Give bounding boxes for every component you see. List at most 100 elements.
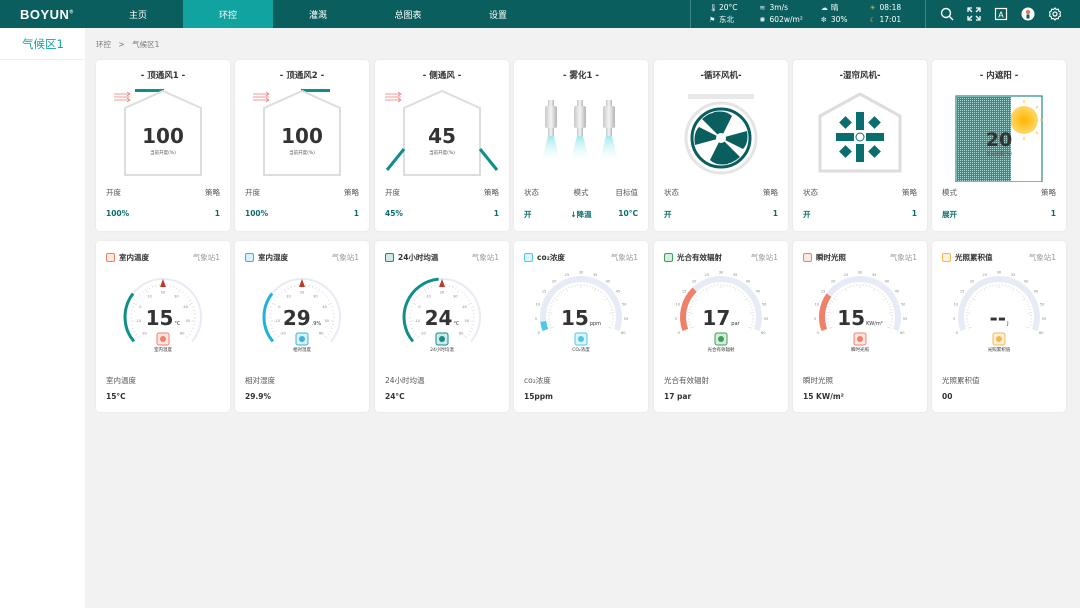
gauge-tick	[469, 330, 472, 333]
gauge-tick-label: 15	[960, 290, 965, 294]
card-footer: 开度 策略 45% 1	[385, 188, 499, 218]
gauge-tick	[134, 299, 137, 301]
gauge-tick	[275, 296, 278, 299]
humidity-icon: ✼	[820, 16, 827, 24]
gauge-tick-label: 0	[956, 331, 959, 335]
main-nav: 主页 环控 灌溉 总图表 设置	[85, 0, 543, 28]
gauge-tick	[1015, 289, 1018, 292]
gauge-tick	[550, 303, 553, 305]
device-card-side-vent[interactable]: - 侧通风 - 45 当前开度(%) 开度 策略 45% 1	[375, 60, 509, 231]
nav-env-control[interactable]: 环控	[183, 0, 273, 28]
card-header: 室内湿度 气象站1	[245, 252, 359, 263]
device-card-circulation-fan[interactable]: -循环风机- 状态 策略 开1	[654, 60, 788, 231]
gauge-tick	[188, 333, 191, 336]
sensor-card-photosynthesis[interactable]: 光合有效辐射 气象站1 0 5 10 15 20 25 30 35 40 45 50 55 60 17par 光…	[654, 241, 788, 412]
language-icon[interactable]: A	[994, 7, 1008, 21]
gauge-tick-label: 30	[858, 271, 863, 275]
gauge-tick	[457, 289, 460, 293]
station-label: 气象站1	[750, 253, 778, 262]
gauge-tick	[276, 335, 280, 339]
avatar-icon[interactable]	[1021, 7, 1035, 21]
gauge-tick	[290, 285, 292, 288]
station-label: 气象站1	[331, 253, 359, 262]
gauge-tick	[609, 303, 612, 305]
opening-sublabel: 当前开度(%)	[289, 151, 315, 156]
card-title: - 内遮阳 -	[979, 71, 1019, 81]
sensor-card-light-accumulation[interactable]: 光照累积值 气象站1 0 5 10 15 20 25 30 35 40 45 50 55 60 --J 光照累积…	[932, 241, 1066, 412]
logo: BOYUN®	[20, 6, 74, 22]
gauge-tick-label: 60	[1039, 331, 1044, 335]
gauge-tick-label: 25	[565, 273, 570, 277]
gauge-tick	[1007, 285, 1009, 288]
radiation-reading: ✺ 602w/m²	[759, 15, 803, 24]
gauge-tick-label: 45	[895, 290, 900, 294]
gauge-tick	[834, 295, 837, 298]
device-card-top-vent-2[interactable]: - 顶通风2 - 100 当前开度(%) 开度 策略 100% 1	[235, 60, 369, 231]
gauge-tick-label: 35	[593, 273, 598, 277]
gauge-value: 17par	[702, 306, 740, 330]
gauge-tick	[850, 285, 852, 288]
gauge-tick-label: 40	[606, 279, 611, 283]
search-icon[interactable]	[940, 7, 954, 21]
weather-panel: 🌡20°C ⚑ 东北 ≋ 3m/s ✺ 602w/m² ☁ 晴 ✼ 30% ☀ 08:18 …	[690, 0, 926, 28]
device-card-internal-shade[interactable]: - 内遮阳 - 20 当前开度(%) 模式 策略 展开 1	[932, 60, 1066, 231]
gauge-tick	[705, 287, 708, 292]
gauge-tick	[589, 285, 591, 288]
gauge-tick	[565, 287, 568, 292]
gauge-tick-label: 20	[831, 279, 836, 283]
device-card-top-vent-1[interactable]: - 顶通风1 - 100 当前开度(%) 开度 策略 100% 1	[96, 60, 230, 231]
gauge-tick	[607, 300, 610, 302]
station-label: 气象站1	[1028, 253, 1056, 262]
gauge-tick-label: -20	[420, 332, 427, 336]
nav-charts[interactable]: 总图表	[363, 0, 453, 28]
gauge-tick	[463, 293, 466, 296]
gauge-tick-label: 20	[692, 279, 697, 283]
gauge-tick	[415, 296, 418, 299]
gauge-tick	[980, 289, 983, 292]
gauge-tick-label: 35	[1011, 273, 1016, 277]
nav-settings[interactable]: 设置	[453, 0, 543, 28]
sidebar-item-zone1[interactable]: 气候区1	[0, 28, 85, 60]
gauge-tick	[139, 293, 142, 296]
gauge-pointer	[160, 279, 166, 287]
sensor-card-humidity[interactable]: 室内湿度 气象站1 -20 -10 0 10 20 30 40 50 60 29.9% 相对湿度 相对湿度…	[235, 241, 369, 412]
gauge-tick	[876, 289, 879, 292]
gauge-tick	[744, 297, 749, 301]
device-card-mist-1[interactable]: - 雾化1 - 状态 模式 目标值 开 ↓降温 10°C	[514, 60, 648, 231]
sensor-card-light[interactable]: 瞬时光照 气象站1 0 5 10 15 20 25 30 35 40 45 50 55 60 15KW/m² 瞬…	[793, 241, 927, 412]
gauge-tick	[136, 296, 139, 299]
fullscreen-icon[interactable]	[967, 7, 981, 21]
gauge-tick	[978, 291, 980, 293]
gauge-caption: 24小时均温	[430, 348, 454, 353]
gauge-tick	[847, 286, 849, 289]
sensor-card-thermometer[interactable]: 室内温度 气象站1 -20 -10 0 10 20 30 40 50 60 15°C 室内温度 室内温度 1…	[96, 241, 230, 412]
opening-sublabel: 当前开度(%)	[150, 151, 176, 156]
gauge-tick-label: -20	[141, 332, 148, 336]
gauge-caption: 瞬时光照	[851, 348, 869, 353]
gauge-tick	[973, 295, 976, 298]
gauge-tick	[281, 291, 283, 294]
nav-irrigation[interactable]: 灌溉	[273, 0, 363, 28]
card-title: - 侧通风 -	[422, 71, 462, 81]
reading-label: 相对湿度	[245, 376, 275, 385]
gauge-tick	[135, 333, 138, 336]
gauge-tick	[552, 300, 555, 302]
gauge-tick-label: 30	[579, 271, 584, 275]
sensor-card-co2[interactable]: co₂浓度 气象站1 0 5 10 15 20 25 30 35 40 45 50 55 60 15ppm CO…	[514, 241, 648, 412]
card-title: -湿帘风机-	[839, 71, 881, 81]
breadcrumb-root[interactable]: 环控	[96, 40, 111, 49]
reading-value: 29.9%	[245, 392, 272, 401]
card-footer: 状态 模式 目标值 开 ↓降温 10°C	[524, 188, 638, 219]
settings-icon[interactable]	[1048, 7, 1062, 21]
gauge-tick-label: 35	[872, 273, 877, 277]
nav-home[interactable]: 主页	[93, 0, 183, 28]
gauge-tick	[693, 297, 698, 301]
reading-value: 00	[942, 392, 953, 401]
gauge-tick	[729, 285, 731, 288]
sensor-card-average-temp[interactable]: 24小时均温 气象站1 -20 -10 0 10 20 30 40 50 60 24°C 24小时均温 2…	[375, 241, 509, 412]
device-card-wet-curtain-fan[interactable]: -湿帘风机- 状态 策略 开1	[793, 60, 927, 231]
circulation-fan-icon	[684, 94, 758, 175]
gauge-tick	[700, 291, 702, 293]
card-title: 室内温度	[119, 253, 149, 262]
gauge-tick	[176, 287, 178, 290]
